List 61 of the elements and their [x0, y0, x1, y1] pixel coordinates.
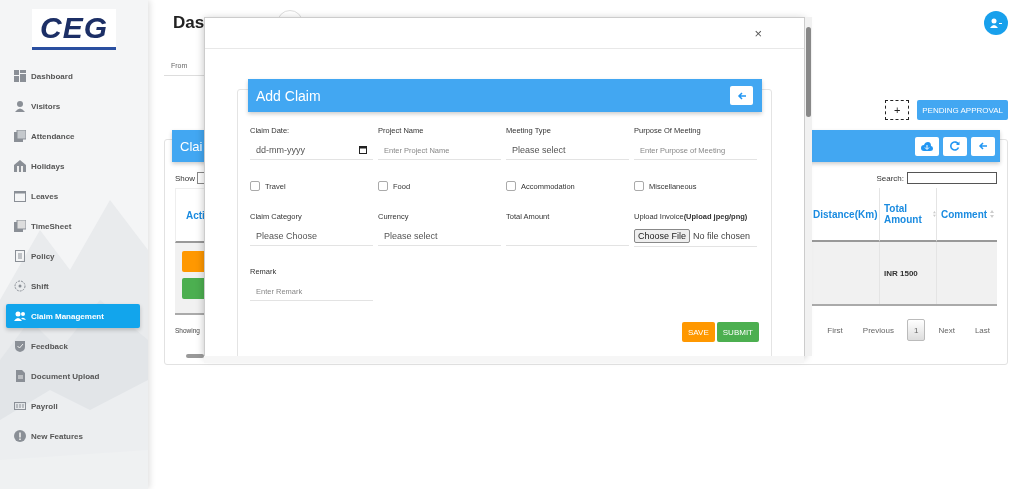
sidebar-item[interactable]: Dashboard — [6, 64, 140, 88]
sort-icon — [933, 210, 936, 218]
sheet-icon — [14, 220, 26, 232]
sidebar-item[interactable]: Document Upload — [6, 364, 140, 388]
checkbox[interactable] — [634, 181, 644, 191]
sidebar-item[interactable]: Visitors — [6, 94, 140, 118]
page-link[interactable]: 1 — [906, 319, 926, 341]
sidebar-item[interactable]: Payroll — [6, 394, 140, 418]
refresh-button[interactable] — [943, 136, 967, 156]
clock-icon — [14, 280, 26, 292]
scrollbar[interactable] — [805, 17, 812, 356]
page-link[interactable]: Next — [931, 321, 962, 339]
sidebar-item[interactable]: TimeSheet — [6, 214, 140, 238]
file-status: No file chosen — [693, 231, 751, 241]
add-button[interactable]: + — [885, 100, 910, 120]
back-arrow-icon — [978, 141, 988, 151]
sidebar-item[interactable]: Shift — [6, 274, 140, 298]
calendar-icon — [14, 190, 26, 202]
alert-icon — [14, 430, 26, 442]
document-icon — [14, 250, 26, 262]
page-link[interactable]: First — [820, 321, 850, 339]
person-icon — [14, 100, 26, 112]
page-title: Das — [172, 13, 205, 33]
form-title: Add Claim — [256, 87, 321, 104]
user-menu-button[interactable] — [984, 11, 1008, 35]
search-label: Search: — [876, 173, 904, 183]
sort-icon — [990, 210, 995, 218]
calendar-icon — [359, 145, 367, 154]
sidebar-item[interactable]: Policy — [6, 244, 140, 268]
show-label: Show — [175, 173, 195, 183]
checkbox[interactable] — [378, 181, 388, 191]
scrollbar[interactable] — [204, 356, 804, 363]
choose-file-button[interactable]: Choose File — [634, 229, 691, 243]
back-button[interactable] — [730, 86, 753, 105]
shield-icon — [14, 340, 26, 352]
sidebar-item[interactable]: Attendance — [6, 124, 140, 148]
logo: CEG — [32, 8, 116, 50]
sidebar-item[interactable]: Feedback — [6, 334, 140, 358]
cloud-download-icon — [921, 141, 933, 151]
refresh-icon — [950, 141, 960, 151]
close-button[interactable]: × — [754, 25, 762, 41]
page-link[interactable]: Previous — [855, 321, 901, 339]
table-cell: INR 1500 — [880, 242, 937, 304]
grid-icon — [14, 70, 26, 82]
back-button[interactable] — [971, 136, 995, 156]
users-icon — [14, 310, 26, 322]
page-link[interactable]: Last — [967, 321, 997, 339]
download-button[interactable] — [915, 136, 939, 156]
sidebar-item[interactable]: Holidays — [6, 154, 140, 178]
search-field[interactable] — [907, 172, 997, 184]
sidebar-item[interactable]: New Features — [6, 424, 140, 448]
user-icon — [990, 18, 1002, 28]
file-icon — [14, 370, 26, 382]
checkbox[interactable] — [506, 181, 516, 191]
sidebar-item[interactable]: Leaves — [6, 184, 140, 208]
building-icon — [14, 160, 26, 172]
card-title: Clai — [180, 138, 203, 154]
money-icon — [14, 400, 26, 412]
book-icon — [14, 130, 26, 142]
checkbox[interactable] — [250, 181, 260, 191]
back-arrow-icon — [736, 90, 747, 101]
